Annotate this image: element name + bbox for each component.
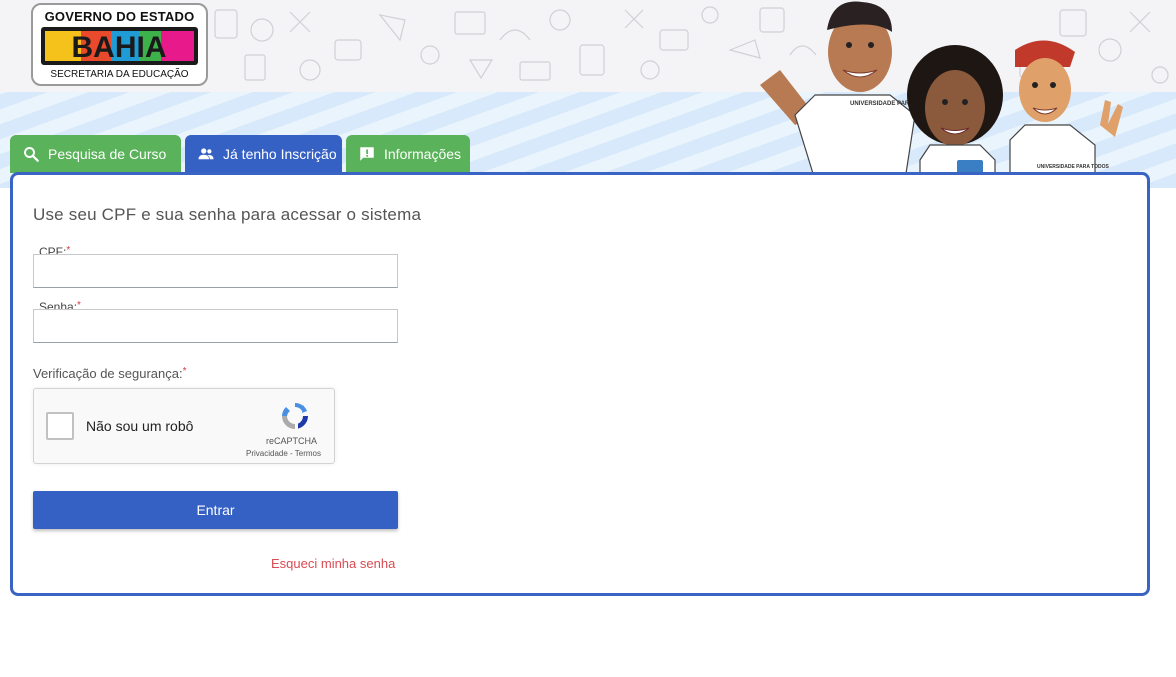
cpf-input[interactable] bbox=[33, 254, 398, 288]
bahia-logo: GOVERNO DO ESTADO BAHIA SECRETARIA DA ED… bbox=[31, 3, 208, 86]
recaptcha-checkbox[interactable] bbox=[46, 412, 74, 440]
tab-pesquisa-de-curso[interactable]: Pesquisa de Curso bbox=[10, 135, 181, 173]
tab-pesquisa-label: Pesquisa de Curso bbox=[48, 146, 167, 162]
logo-bahia-text: BAHIA bbox=[72, 31, 167, 64]
recaptcha-label: Não sou um robô bbox=[86, 418, 194, 434]
tab-inscricao-label: Já tenho Inscrição bbox=[223, 146, 337, 162]
login-card bbox=[10, 172, 1150, 596]
mascot-middle bbox=[907, 45, 1003, 188]
recaptcha-widget: Não sou um robô reCAPTCHA Privacidade - … bbox=[33, 388, 335, 464]
submit-button[interactable]: Entrar bbox=[33, 491, 398, 529]
security-label-text: Verificação de segurança: bbox=[33, 366, 183, 381]
recaptcha-privacy-terms-links[interactable]: Privacidade - Termos bbox=[246, 449, 321, 458]
tab-informacoes[interactable]: Informações bbox=[346, 135, 470, 173]
logo-top-text: GOVERNO DO ESTADO bbox=[44, 9, 195, 24]
logo-bahia-wordmark: BAHIA bbox=[41, 27, 198, 65]
mascot-right-shirt-text: UNIVERSIDADE PARA TODOS bbox=[1037, 164, 1110, 170]
recaptcha-logo-icon bbox=[282, 403, 308, 429]
password-input[interactable] bbox=[33, 309, 398, 343]
feedback-icon bbox=[358, 145, 376, 163]
tab-ja-tenho-inscricao[interactable]: Já tenho Inscrição bbox=[185, 135, 342, 173]
forgot-password-link[interactable]: Esqueci minha senha bbox=[271, 556, 395, 571]
page-title: Use seu CPF e sua senha para acessar o s… bbox=[33, 205, 422, 224]
logo-bottom-text: SECRETARIA DA EDUCAÇÃO bbox=[50, 69, 189, 80]
recaptcha-brand: reCAPTCHA bbox=[266, 436, 318, 446]
search-icon bbox=[22, 145, 40, 163]
mascot-right: UNIVERSIDADE PARA TODOS bbox=[1009, 40, 1123, 188]
login-page: GOVERNO DO ESTADO BAHIA SECRETARIA DA ED… bbox=[0, 0, 1176, 677]
tab-informacoes-label: Informações bbox=[384, 146, 462, 162]
people-icon bbox=[197, 145, 215, 163]
security-required-mark: * bbox=[182, 366, 187, 377]
mascots-illustration: UNIVERSIDADE PARA TODOS UNIVERSIDADE PAR… bbox=[760, 1, 1123, 188]
security-label: Verificação de segurança:* bbox=[33, 366, 187, 381]
